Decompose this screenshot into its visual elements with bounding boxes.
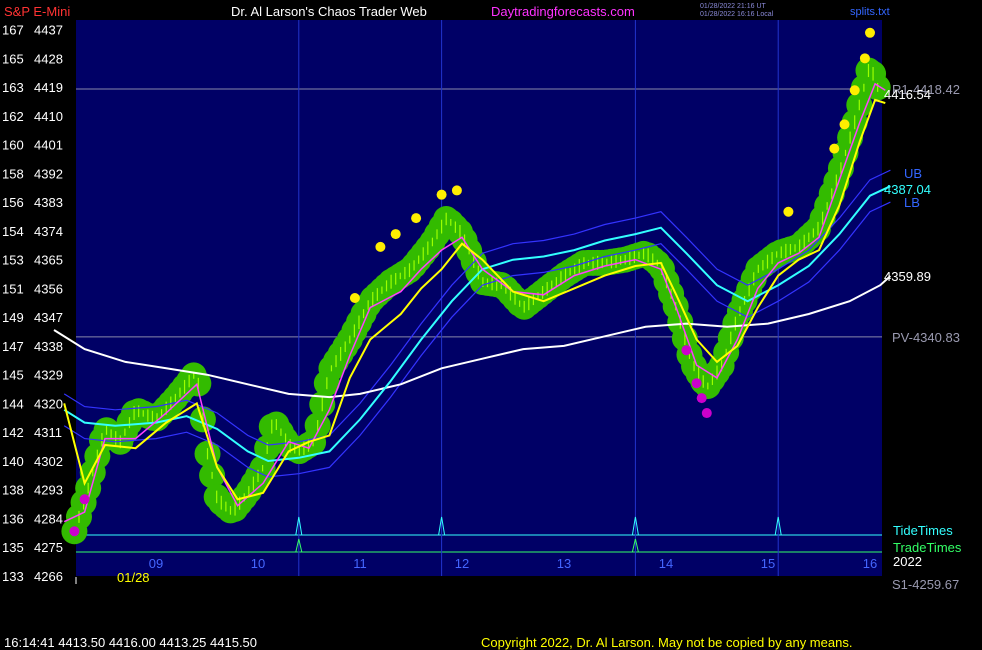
buy-dot-8 xyxy=(839,119,850,130)
chart-title: Dr. Al Larson's Chaos Trader Web xyxy=(231,4,427,19)
sell-dot-3 xyxy=(691,378,702,389)
legend-tide-times: TideTimes xyxy=(893,523,953,538)
last-quote: 16:14:41 4413.50 4416.00 4413.25 4415.50 xyxy=(4,635,258,650)
y-tick-left-17: 136 xyxy=(2,511,24,526)
x-tick-7: 16 xyxy=(863,556,877,571)
y-tick-left-7: 154 xyxy=(2,224,24,239)
y-tick-left-9: 151 xyxy=(2,281,24,296)
last-price-label: 4416.54 xyxy=(884,87,931,102)
sell-dot-0 xyxy=(69,526,80,537)
y-tick-left-4: 160 xyxy=(2,138,24,153)
x-tick-6: 15 xyxy=(761,556,775,571)
buy-dot-9 xyxy=(849,85,860,96)
chart: R1-4418.42PV-4340.83S1-4259.67 167 443716… xyxy=(2,20,962,592)
x-tick-3: 12 xyxy=(455,556,469,571)
sell-dot-1 xyxy=(79,494,90,505)
y-tick-price-9: 4356 xyxy=(34,281,63,296)
y-tick-left-16: 138 xyxy=(2,483,24,498)
x-tick-0: 09 xyxy=(149,556,163,571)
y-tick-price-13: 4320 xyxy=(34,396,63,411)
sell-dot-4 xyxy=(696,393,707,404)
y-tick-left-8: 153 xyxy=(2,253,24,268)
y-tick-price-19: 4266 xyxy=(34,569,63,584)
y-tick-left-1: 165 xyxy=(2,51,24,66)
x-tick-4: 13 xyxy=(557,556,571,571)
y-tick-price-14: 4311 xyxy=(34,425,62,440)
symbol-label: S&P E-Mini xyxy=(4,4,71,19)
y-tick-price-0: 4437 xyxy=(34,23,63,38)
y-tick-left-11: 147 xyxy=(2,339,24,354)
y-tick-price-5: 4392 xyxy=(34,166,63,181)
y-tick-left-12: 145 xyxy=(2,368,24,383)
x-tick-1: 10 xyxy=(251,556,265,571)
buy-dot-2 xyxy=(390,229,401,240)
upper-band-label: UB xyxy=(904,166,922,181)
y-tick-price-2: 4419 xyxy=(34,80,63,95)
y-tick-price-7: 4374 xyxy=(34,224,63,239)
buy-dot-7 xyxy=(829,143,840,154)
splits-file-label: splits.txt xyxy=(850,6,890,18)
sell-dot-5 xyxy=(701,408,712,419)
y-tick-price-11: 4338 xyxy=(34,339,63,354)
buy-dot-10 xyxy=(859,53,870,64)
buy-dot-1 xyxy=(375,241,386,252)
y-tick-left-18: 135 xyxy=(2,540,24,555)
x-tick-5: 14 xyxy=(659,556,673,571)
buy-dot-11 xyxy=(865,27,875,38)
y-tick-price-6: 4383 xyxy=(34,195,63,210)
y-tick-left-13: 144 xyxy=(2,396,24,411)
legend-trade-times: TradeTimes xyxy=(893,540,962,555)
y-tick-left-5: 158 xyxy=(2,166,24,181)
y-tick-left-0: 167 xyxy=(2,23,24,38)
level-label-2: S1-4259.67 xyxy=(892,577,959,592)
plot-background xyxy=(76,20,882,576)
timestamp-utc: 01/28/2022 21:16 UT xyxy=(700,3,766,10)
y-tick-price-18: 4275 xyxy=(34,540,63,555)
white-ma-label: 4359.89 xyxy=(884,269,931,284)
date-label: 01/28 xyxy=(117,570,150,585)
buy-dot-3 xyxy=(411,213,422,224)
y-tick-price-17: 4284 xyxy=(34,511,63,526)
lower-band-label: LB xyxy=(904,195,920,210)
y-tick-price-4: 4401 xyxy=(34,138,63,153)
y-tick-price-12: 4329 xyxy=(34,368,63,383)
y-tick-left-15: 140 xyxy=(2,454,24,469)
y-tick-left-3: 162 xyxy=(2,109,24,124)
y-tick-left-19: 133 xyxy=(2,569,24,584)
y-tick-left-14: 142 xyxy=(2,425,24,440)
timestamp-local: 01/28/2022 16:16 Local xyxy=(700,11,774,18)
y-tick-price-1: 4428 xyxy=(34,51,63,66)
y-tick-price-3: 4410 xyxy=(34,109,63,124)
y-tick-left-10: 149 xyxy=(2,310,24,325)
y-tick-left-2: 163 xyxy=(2,80,24,95)
y-tick-price-15: 4302 xyxy=(34,454,63,469)
year-label: 2022 xyxy=(893,554,922,569)
copyright-notice: Copyright 2022, Dr. Al Larson. May not b… xyxy=(481,635,853,650)
level-label-1: PV-4340.83 xyxy=(892,330,960,345)
sell-dot-2 xyxy=(681,345,692,356)
buy-dot-4 xyxy=(436,189,447,200)
y-tick-price-16: 4293 xyxy=(34,483,63,498)
buy-dot-0 xyxy=(349,293,360,303)
site-link[interactable]: Daytradingforecasts.com xyxy=(491,4,635,19)
y-tick-price-10: 4347 xyxy=(34,310,63,325)
buy-dot-6 xyxy=(783,206,794,217)
x-tick-2: 11 xyxy=(353,556,367,571)
y-tick-left-6: 156 xyxy=(2,195,24,210)
buy-dot-5 xyxy=(451,185,462,196)
y-tick-price-8: 4365 xyxy=(34,253,63,268)
